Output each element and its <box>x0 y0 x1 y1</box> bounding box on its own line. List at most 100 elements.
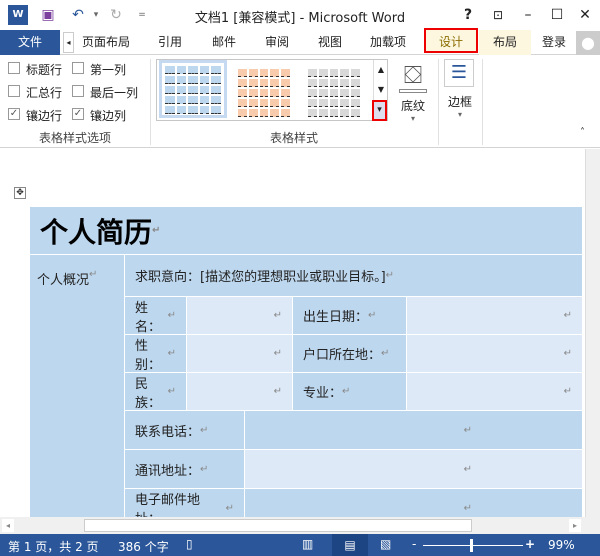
tab-view[interactable]: 视图 <box>308 30 352 55</box>
checkbox[interactable] <box>72 85 84 97</box>
value-cell[interactable]: ↵ <box>407 297 583 335</box>
scroll-thumb[interactable] <box>84 519 472 532</box>
style-preview-cell <box>188 86 198 94</box>
checkbox-label: 第一列 <box>90 63 127 77</box>
tab-review[interactable]: 审阅 <box>255 30 299 55</box>
tab-layout[interactable]: 布局 <box>479 30 531 55</box>
gallery-down-icon[interactable]: ▼ <box>373 80 388 100</box>
label-cell[interactable]: 出生日期： ↵ <box>293 297 407 335</box>
ribbon-display-icon[interactable]: ⊡ <box>488 5 508 25</box>
style-preview-cell <box>238 89 247 97</box>
style-preview-cell <box>176 66 187 74</box>
style-preview-cell <box>248 99 258 107</box>
page-count[interactable]: 第 1 页，共 2 页 <box>8 538 99 555</box>
style-preview-cell <box>199 86 210 94</box>
table-style-gallery: ▲ ▼ <box>156 59 388 121</box>
gallery-up-icon[interactable]: ▲ <box>373 60 388 80</box>
zoom-in-button[interactable]: + <box>525 537 535 551</box>
table-move-handle-icon[interactable]: ✥ <box>14 187 26 199</box>
label-cell[interactable]: 性别： ↵ <box>125 335 187 373</box>
print-layout-icon[interactable]: ▤ <box>332 534 368 556</box>
style-preview-cell <box>188 66 198 74</box>
window-title: 文档1 [兼容模式] - Microsoft Word <box>194 11 406 26</box>
style-preview-cell <box>281 99 290 107</box>
style-preview-cell <box>211 86 221 94</box>
label-cell[interactable]: 通讯地址： ↵ <box>125 450 245 489</box>
checkbox[interactable] <box>8 62 20 74</box>
help-icon[interactable]: ? <box>458 5 478 25</box>
collapse-ribbon-icon[interactable]: ˄ <box>580 127 585 138</box>
style-preview-cell <box>199 96 210 104</box>
checkbox[interactable]: ✓ <box>8 108 20 120</box>
tab-mailings[interactable]: 邮件 <box>202 30 246 55</box>
checkbox[interactable] <box>8 85 20 97</box>
tab-references[interactable]: 引用 <box>148 30 192 55</box>
gallery-more-icon[interactable]: ▾ <box>372 100 387 121</box>
checkbox[interactable]: ✓ <box>72 108 84 120</box>
value-cell[interactable]: ↵ <box>187 373 293 411</box>
login-link[interactable]: 登录 <box>535 30 573 55</box>
tab-file[interactable]: 文件 <box>0 30 60 55</box>
table-style-blue[interactable] <box>159 60 227 118</box>
label-cell[interactable]: 电子邮件地址：↵ <box>125 489 245 517</box>
table-style-gray[interactable] <box>305 66 363 117</box>
zoom-out-button[interactable]: - <box>412 537 416 551</box>
value-cell[interactable]: ↵ <box>245 411 583 450</box>
maximize-icon[interactable]: ☐ <box>547 5 567 25</box>
tab-page-layout[interactable]: 页面布局 <box>76 30 136 55</box>
label-cell[interactable]: 民族： ↵ <box>125 373 187 411</box>
style-preview-cell <box>329 99 339 107</box>
value-cell[interactable]: ↵ <box>245 489 583 517</box>
document-area[interactable]: ✥ 个人简历 ↵ 个人概况 ↵ 求职意向：[描述您的理想职业或职业目标。] ↵ 姓名：… <box>0 149 585 517</box>
style-preview-cell <box>318 89 328 97</box>
objective-cell[interactable]: 求职意向：[描述您的理想职业或职业目标。] ↵ <box>125 255 583 297</box>
scroll-left-icon[interactable]: ◂ <box>2 519 14 532</box>
value-cell[interactable]: ↵ <box>407 373 583 411</box>
style-preview-cell <box>308 109 317 117</box>
checkbox[interactable] <box>72 62 84 74</box>
style-preview-cell <box>165 96 175 104</box>
style-preview-cell <box>238 99 247 107</box>
value-cell[interactable]: ↵ <box>245 450 583 489</box>
web-layout-icon[interactable]: ▧ <box>380 537 391 551</box>
horizontal-scrollbar[interactable]: ◂ ▸ <box>0 517 600 534</box>
close-icon[interactable]: ✕ <box>575 5 595 25</box>
table-style-orange[interactable] <box>235 66 293 117</box>
style-preview-cell <box>340 109 350 117</box>
style-preview-cell <box>351 69 360 77</box>
label-cell[interactable]: 姓名： ↵ <box>125 297 187 335</box>
label-cell[interactable]: 户口所在地： ↵ <box>293 335 407 373</box>
read-mode-icon[interactable]: ▥ <box>302 537 313 551</box>
vertical-scrollbar[interactable] <box>585 149 600 517</box>
tab-addins[interactable]: 加载项 <box>362 30 414 55</box>
ribbon-tabs: 文件 ◂ 页面布局 引用 邮件 审阅 视图 加载项 设计 布局 登录 ● <box>0 28 600 55</box>
zoom-slider[interactable] <box>423 545 523 546</box>
style-preview-cell <box>340 89 350 97</box>
minimize-icon[interactable]: – <box>518 5 538 25</box>
zoom-level[interactable]: 99% <box>548 538 575 552</box>
style-preview-cell <box>281 69 290 77</box>
style-preview-cell <box>329 109 339 117</box>
tab-scroll-left-icon[interactable]: ◂ <box>63 32 74 53</box>
scroll-right-icon[interactable]: ▸ <box>569 519 581 532</box>
style-preview-cell <box>248 109 258 117</box>
label-cell[interactable]: 专业： ↵ <box>293 373 407 411</box>
zoom-slider-thumb[interactable] <box>470 539 473 552</box>
style-preview-cell <box>176 96 187 104</box>
title-bar: W ▣ ↶ ▾ ↻ = 文档1 [兼容模式] - Microsoft Word … <box>0 0 600 30</box>
tab-design[interactable]: 设计 <box>424 28 478 53</box>
style-preview-cell <box>329 69 339 77</box>
style-preview-cell <box>351 109 360 117</box>
value-cell[interactable]: ↵ <box>187 335 293 373</box>
label-cell[interactable]: 联系电话： ↵ <box>125 411 245 450</box>
style-preview-cell <box>351 79 360 87</box>
word-count[interactable]: 386 个字 <box>118 538 169 555</box>
value-cell[interactable]: ↵ <box>407 335 583 373</box>
value-cell[interactable]: ↵ <box>187 297 293 335</box>
borders-button[interactable]: ☰ 边框 ▾ <box>444 59 476 129</box>
avatar[interactable]: ● <box>576 31 600 55</box>
style-preview-cell <box>165 106 175 114</box>
proofing-icon[interactable]: ▯ <box>186 537 193 551</box>
style-preview-cell <box>211 106 221 114</box>
style-preview-cell <box>270 99 280 107</box>
